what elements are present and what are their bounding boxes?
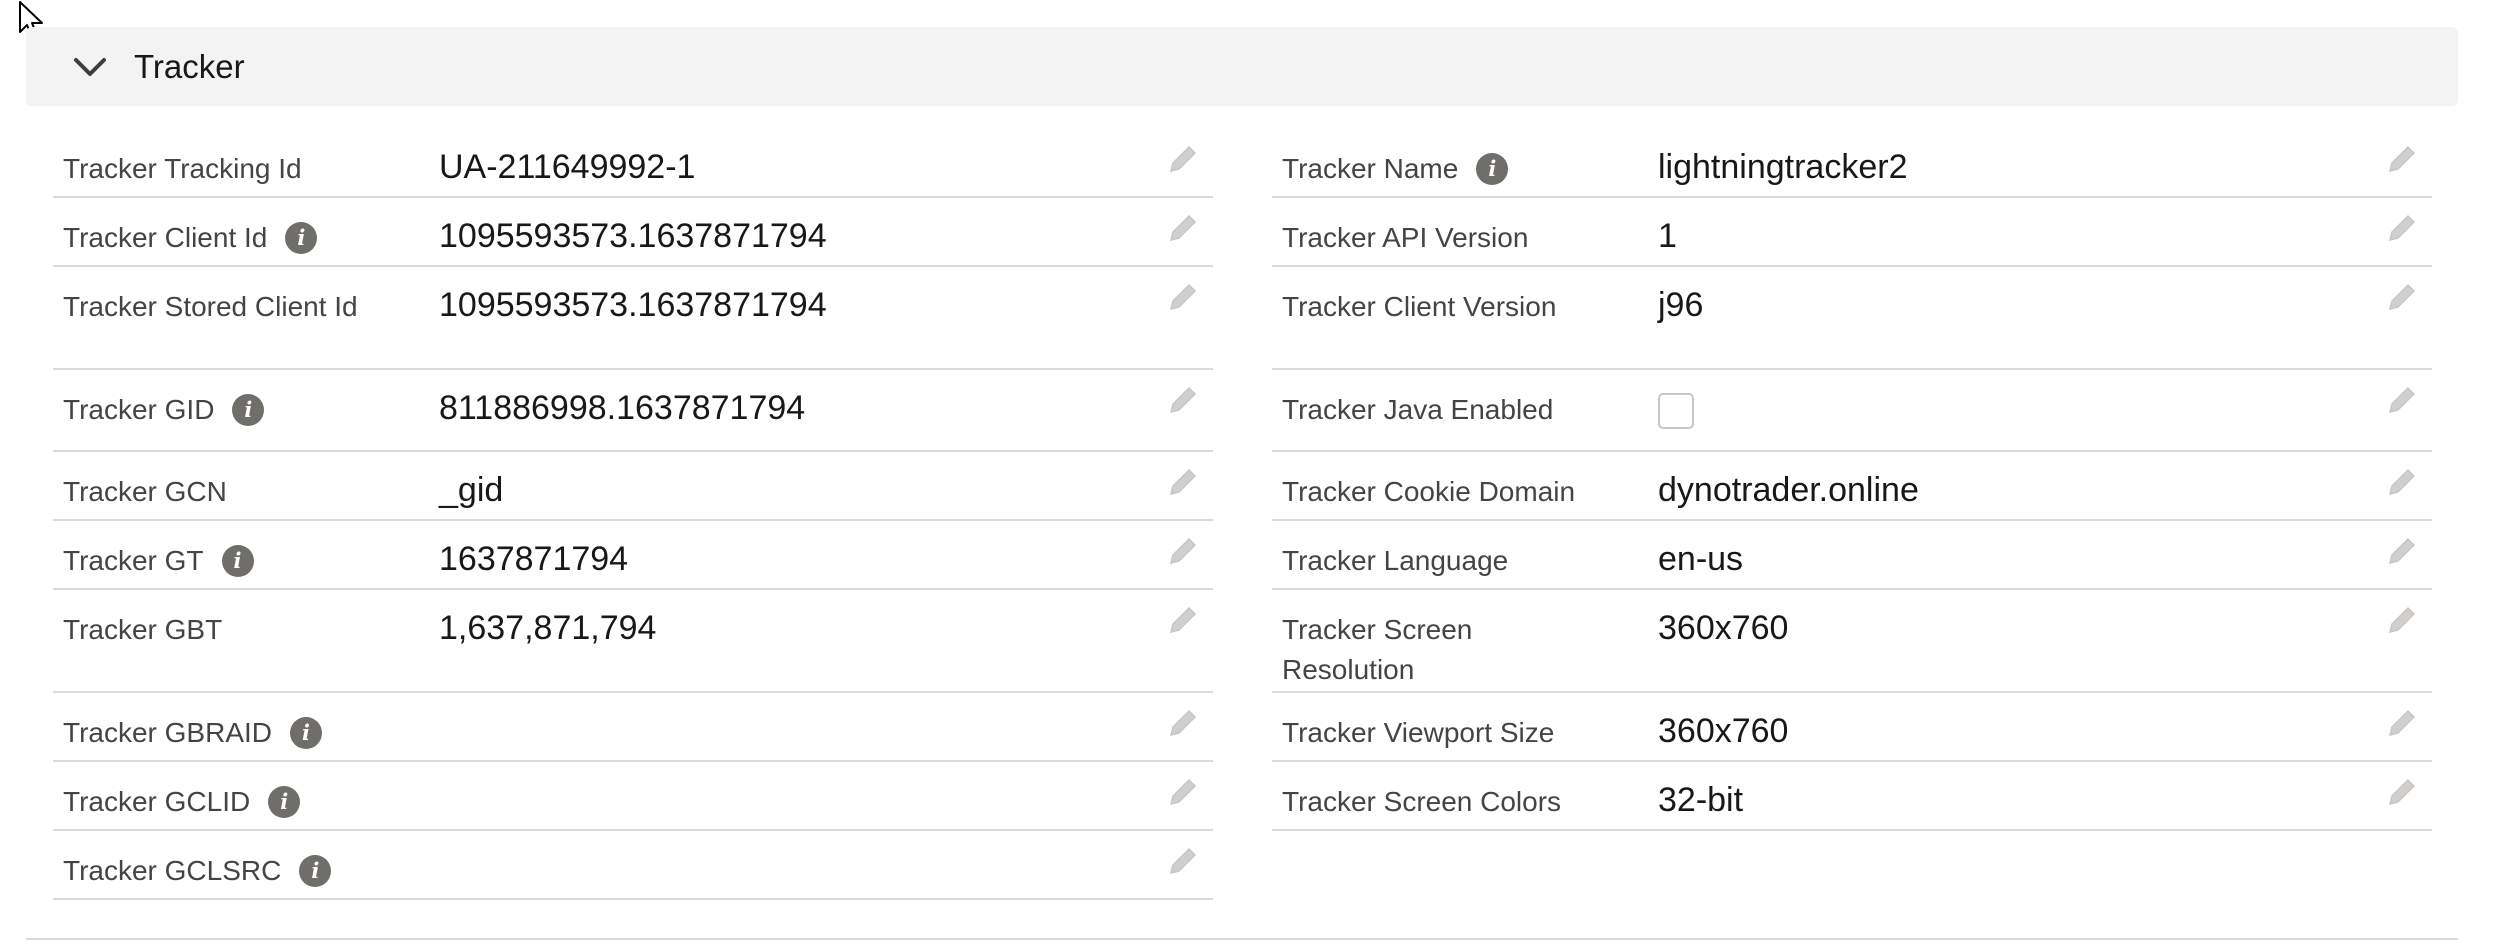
- pencil-edit-icon[interactable]: [1165, 705, 1201, 741]
- field-row-tracker-tracking-id: Tracker Tracking Id UA-211649992-1: [53, 129, 1213, 198]
- field-label: Tracker Screen Colors: [1282, 786, 1562, 817]
- section-title: Tracker: [134, 47, 245, 85]
- chevron-down-icon[interactable]: [70, 47, 110, 87]
- info-icon[interactable]: i: [1476, 153, 1509, 185]
- field-value: 1095593573.1637871794: [439, 286, 827, 324]
- field-row-tracker-viewport-size: Tracker Viewport Size 360x760: [1272, 693, 2432, 762]
- field-row-tracker-language: Tracker Language en-us: [1272, 521, 2432, 590]
- field-label: Tracker Cookie Domain: [1282, 476, 1576, 507]
- field-value: dynotrader.online: [1658, 471, 1919, 509]
- pencil-edit-icon[interactable]: [1165, 141, 1201, 177]
- pencil-edit-icon[interactable]: [2384, 141, 2420, 177]
- pencil-edit-icon[interactable]: [1165, 774, 1201, 810]
- field-value: 360x760: [1658, 712, 1789, 750]
- field-row-tracker-gclsrc: Tracker GCLSRC i: [53, 831, 1213, 900]
- info-icon[interactable]: i: [232, 394, 265, 426]
- field-value: 1637871794: [439, 540, 629, 578]
- pencil-edit-icon[interactable]: [2384, 705, 2420, 741]
- field-label: Tracker GCLID i: [63, 782, 363, 822]
- left-field-column: Tracker Tracking Id UA-211649992-1 Track…: [53, 129, 1213, 900]
- pencil-edit-icon[interactable]: [2384, 382, 2420, 418]
- field-label: Tracker Viewport Size: [1282, 717, 1555, 748]
- field-row-tracker-gid: Tracker GID i 811886998.1637871794: [53, 370, 1213, 452]
- field-row-tracker-screen-colors: Tracker Screen Colors 32-bit: [1272, 762, 2432, 831]
- field-row-tracker-name: Tracker Name i lightningtracker2: [1272, 129, 2432, 198]
- section-bottom-divider: [26, 938, 2458, 940]
- info-icon[interactable]: i: [285, 222, 318, 254]
- info-icon[interactable]: i: [221, 545, 254, 577]
- field-row-tracker-client-id: Tracker Client Id i 1095593573.1637871794: [53, 198, 1213, 267]
- pencil-edit-icon[interactable]: [2384, 210, 2420, 246]
- field-label: Tracker Stored Client Id: [63, 291, 358, 322]
- pencil-edit-icon[interactable]: [1165, 602, 1201, 638]
- field-row-tracker-api-version: Tracker API Version 1: [1272, 198, 2432, 267]
- pencil-edit-icon[interactable]: [2384, 774, 2420, 810]
- field-value: j96: [1658, 286, 1704, 324]
- pencil-edit-icon[interactable]: [2384, 279, 2420, 315]
- field-row-tracker-gbt: Tracker GBT 1,637,871,794: [53, 590, 1213, 693]
- info-icon[interactable]: i: [290, 717, 322, 749]
- tracker-section-header[interactable]: Tracker: [26, 27, 2458, 106]
- field-label: Tracker Tracking Id: [63, 153, 302, 184]
- field-value: en-us: [1658, 540, 1744, 578]
- pencil-edit-icon[interactable]: [1165, 843, 1201, 879]
- pencil-edit-icon[interactable]: [1165, 464, 1201, 500]
- field-row-tracker-gt: Tracker GT i 1637871794: [53, 521, 1213, 590]
- field-label: Tracker GCN: [63, 476, 227, 507]
- field-row-tracker-gclid: Tracker GCLID i: [53, 762, 1213, 831]
- field-label: Tracker GID i: [63, 390, 363, 430]
- pencil-edit-icon[interactable]: [1165, 533, 1201, 569]
- info-icon[interactable]: i: [299, 855, 332, 887]
- field-row-tracker-client-version: Tracker Client Version j96: [1272, 267, 2432, 370]
- field-value: lightningtracker2: [1658, 148, 1908, 186]
- field-row-tracker-stored-client-id: Tracker Stored Client Id 1095593573.1637…: [53, 267, 1213, 370]
- field-row-tracker-gcn: Tracker GCN _gid: [53, 452, 1213, 521]
- pencil-edit-icon[interactable]: [1165, 210, 1201, 246]
- pencil-edit-icon[interactable]: [1165, 279, 1201, 315]
- field-label: Tracker Java Enabled: [1282, 394, 1554, 425]
- field-value: 1,637,871,794: [439, 609, 657, 647]
- field-value: 360x760: [1658, 609, 1789, 647]
- field-value: UA-211649992-1: [439, 148, 696, 186]
- field-label: Tracker GCLSRC i: [63, 851, 363, 891]
- field-label: Tracker GBT: [63, 614, 223, 645]
- field-label: Tracker Name i: [1282, 149, 1582, 189]
- field-row-tracker-gbraid: Tracker GBRAID i: [53, 693, 1213, 762]
- field-row-tracker-cookie-domain: Tracker Cookie Domain dynotrader.online: [1272, 452, 2432, 521]
- field-label: Tracker GT i: [63, 541, 363, 581]
- info-icon[interactable]: i: [268, 786, 301, 818]
- field-label: Tracker Client Id i: [63, 218, 363, 258]
- right-field-column: Tracker Name i lightningtracker2 Tracker …: [1272, 129, 2432, 831]
- field-label: Tracker Language: [1282, 545, 1509, 576]
- field-value: 1095593573.1637871794: [439, 217, 827, 255]
- java-enabled-checkbox[interactable]: [1658, 393, 1694, 429]
- field-value: _gid: [439, 471, 504, 509]
- field-value: 32-bit: [1658, 781, 1744, 819]
- pencil-edit-icon[interactable]: [2384, 602, 2420, 638]
- field-row-tracker-java-enabled: Tracker Java Enabled: [1272, 370, 2432, 452]
- pencil-edit-icon[interactable]: [2384, 464, 2420, 500]
- field-value: 1: [1658, 217, 1677, 255]
- field-value: 811886998.1637871794: [439, 389, 806, 427]
- pencil-edit-icon[interactable]: [1165, 382, 1201, 418]
- field-label: Tracker API Version: [1282, 222, 1529, 253]
- field-label: Tracker Client Version: [1282, 291, 1557, 322]
- field-label: Tracker GBRAID i: [63, 713, 363, 753]
- field-row-tracker-screen-resolution: Tracker Screen Resolution 360x760: [1272, 590, 2432, 693]
- field-label: Tracker Screen Resolution: [1282, 614, 1473, 685]
- pencil-edit-icon[interactable]: [2384, 533, 2420, 569]
